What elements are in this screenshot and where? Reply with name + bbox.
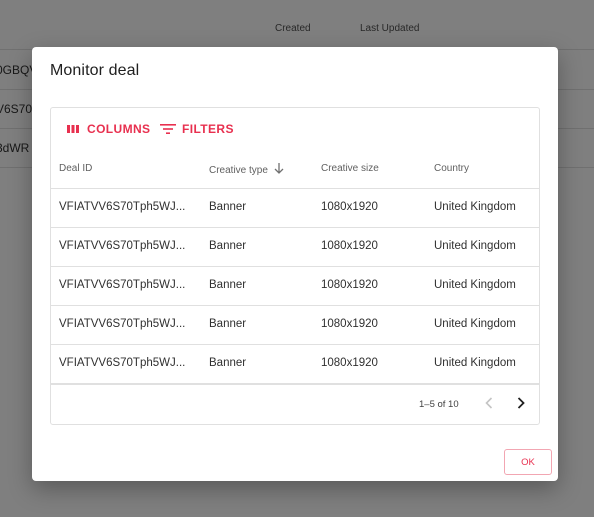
cell-creative-type: Banner xyxy=(209,201,247,213)
cell-creative-type: Banner xyxy=(209,318,247,330)
filter-icon xyxy=(160,123,176,135)
column-header-label: Creative size xyxy=(321,163,379,174)
table-row[interactable]: VFIATVV6S70Tph5WJ... Banner 1080x1920 Un… xyxy=(51,267,539,306)
chevron-left-icon xyxy=(485,396,493,414)
monitor-deal-dialog: Monitor deal COLUMNS FILTERS Deal ID Cre… xyxy=(32,47,558,481)
cell-country: United Kingdom xyxy=(434,318,516,330)
column-header-deal-id[interactable]: Deal ID xyxy=(59,163,92,174)
cell-creative-type: Banner xyxy=(209,357,247,369)
cell-creative-size: 1080x1920 xyxy=(321,279,378,291)
cell-creative-size: 1080x1920 xyxy=(321,318,378,330)
previous-page-button[interactable] xyxy=(479,395,499,415)
cell-deal-id: VFIATVV6S70Tph5WJ... xyxy=(59,240,186,252)
deal-data-grid: COLUMNS FILTERS Deal ID Creative type Cr… xyxy=(50,107,540,425)
column-header-creative-type[interactable]: Creative type xyxy=(209,163,284,178)
table-row[interactable]: VFIATVV6S70Tph5WJ... Banner 1080x1920 Un… xyxy=(51,228,539,267)
cell-creative-size: 1080x1920 xyxy=(321,357,378,369)
table-row[interactable]: VFIATVV6S70Tph5WJ... Banner 1080x1920 Un… xyxy=(51,306,539,345)
columns-button[interactable]: COLUMNS xyxy=(65,122,150,136)
cell-country: United Kingdom xyxy=(434,279,516,291)
column-header-country[interactable]: Country xyxy=(434,163,469,174)
column-header-label: Country xyxy=(434,163,470,174)
cell-deal-id: VFIATVV6S70Tph5WJ... xyxy=(59,357,186,369)
filters-button-label: FILTERS xyxy=(182,122,234,136)
grid-rows: VFIATVV6S70Tph5WJ... Banner 1080x1920 Un… xyxy=(51,189,539,384)
column-header-label: Deal ID xyxy=(59,163,93,174)
columns-icon xyxy=(65,123,81,135)
table-row[interactable]: VFIATVV6S70Tph5WJ... Banner 1080x1920 Un… xyxy=(51,345,539,384)
arrow-down-icon[interactable] xyxy=(274,163,284,178)
table-row[interactable]: VFIATVV6S70Tph5WJ... Banner 1080x1920 Un… xyxy=(51,189,539,228)
pagination-range: 1–5 of 10 xyxy=(419,399,459,410)
cell-deal-id: VFIATVV6S70Tph5WJ... xyxy=(59,318,186,330)
column-header-creative-size[interactable]: Creative size xyxy=(321,163,379,174)
cell-deal-id: VFIATVV6S70Tph5WJ... xyxy=(59,279,186,291)
next-page-button[interactable] xyxy=(511,395,531,415)
grid-column-headers: Deal ID Creative type Creative size Coun… xyxy=(51,152,539,189)
grid-toolbar: COLUMNS FILTERS xyxy=(51,108,539,152)
column-header-label: Creative type xyxy=(209,165,268,176)
cell-creative-type: Banner xyxy=(209,279,247,291)
filters-button[interactable]: FILTERS xyxy=(160,122,234,136)
cell-country: United Kingdom xyxy=(434,357,516,369)
cell-deal-id: VFIATVV6S70Tph5WJ... xyxy=(59,201,186,213)
cell-country: United Kingdom xyxy=(434,240,516,252)
grid-footer: 1–5 of 10 xyxy=(51,384,539,424)
ok-button[interactable]: OK xyxy=(504,449,552,475)
cell-creative-type: Banner xyxy=(209,240,247,252)
chevron-right-icon xyxy=(517,396,525,414)
cell-country: United Kingdom xyxy=(434,201,516,213)
cell-creative-size: 1080x1920 xyxy=(321,240,378,252)
dialog-title: Monitor deal xyxy=(50,62,140,79)
cell-creative-size: 1080x1920 xyxy=(321,201,378,213)
columns-button-label: COLUMNS xyxy=(87,122,151,136)
